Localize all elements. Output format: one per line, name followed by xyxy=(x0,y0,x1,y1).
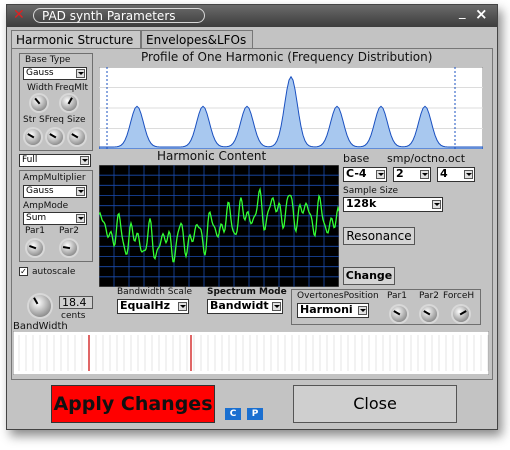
spectrum-mode-label: Spectrum Mode xyxy=(207,287,287,297)
amp-par2-label: Par2 xyxy=(59,226,79,236)
amp-mode-label: AmpMode xyxy=(23,201,69,211)
width-knob[interactable] xyxy=(31,95,47,111)
str-label: Str xyxy=(23,115,36,125)
bandwidth-scale-select[interactable]: EqualHz xyxy=(117,299,189,314)
chevron-down-icon xyxy=(76,214,85,223)
copy-button[interactable]: C xyxy=(225,408,241,420)
width-label: Width xyxy=(27,83,54,93)
overtones-position-select[interactable]: Harmoni xyxy=(297,303,369,318)
amp-multiplier-select[interactable]: Gauss xyxy=(23,185,87,198)
chevron-down-icon xyxy=(80,156,89,165)
base-type-select[interactable]: Gauss xyxy=(23,67,87,80)
base-label: base xyxy=(343,152,370,165)
apply-changes-button[interactable]: Apply Changes xyxy=(51,385,215,423)
chevron-down-icon xyxy=(178,302,187,311)
autoscale-label: autoscale xyxy=(32,267,76,277)
overtones-par1-label: Par1 xyxy=(387,291,407,301)
amp-mode-select[interactable]: Sum xyxy=(23,212,87,225)
chevron-down-icon xyxy=(272,302,281,311)
window-close-x-icon[interactable]: ✕ xyxy=(13,7,25,23)
bandwidth-knob[interactable] xyxy=(29,295,51,317)
sample-size-label: Sample Size xyxy=(343,186,399,196)
smp-oct-label: smp/oct xyxy=(387,152,432,165)
bandwidth-scale-label: Bandwidth Scale xyxy=(117,287,192,297)
window-minimize-icon[interactable]: _ xyxy=(459,5,466,20)
amp-par1-knob[interactable] xyxy=(27,240,43,256)
chevron-down-icon xyxy=(376,170,385,179)
freqmlt-label: FreqMlt xyxy=(55,83,89,93)
overtones-par2-knob[interactable] xyxy=(421,306,437,322)
bandwidth-value: 18.4 xyxy=(59,296,93,309)
overtones-par2-label: Par2 xyxy=(419,291,439,301)
base-type-label: Base Type xyxy=(25,55,71,65)
profile-graph xyxy=(99,67,483,149)
harmonic-content-scope xyxy=(99,165,339,287)
paste-button[interactable]: P xyxy=(247,408,263,420)
no-oct-select[interactable]: 4 xyxy=(437,167,475,182)
freqmlt-knob[interactable] xyxy=(61,95,77,111)
spectrum-strip xyxy=(13,331,489,375)
chevron-down-icon xyxy=(420,170,429,179)
str-knob[interactable] xyxy=(25,129,41,145)
base-type-value: Gauss xyxy=(26,68,54,78)
tab-harmonic-structure[interactable]: Harmonic Structure xyxy=(11,30,141,48)
base-select[interactable]: C-4 xyxy=(343,167,387,182)
resonance-button[interactable]: Resonance xyxy=(343,227,415,245)
overtones-forceh-knob[interactable] xyxy=(453,306,469,322)
chevron-down-icon xyxy=(76,187,85,196)
bandwidth-scale-value: EqualHz xyxy=(120,299,171,312)
close-button[interactable]: Close xyxy=(293,385,457,423)
spectrum-mode-value: Bandwidt xyxy=(210,299,269,312)
amp-multiplier-value: Gauss xyxy=(26,186,54,196)
window-title: PAD synth Parameters xyxy=(33,8,205,23)
no-oct-label: no.oct xyxy=(431,152,466,165)
chevron-down-icon xyxy=(76,69,85,78)
amp-mode-value: Sum xyxy=(26,213,47,223)
sample-size-value: 128k xyxy=(346,197,377,210)
sfreq-knob[interactable] xyxy=(47,129,63,145)
title-bar[interactable]: ✕ PAD synth Parameters _ × xyxy=(7,5,497,27)
chevron-down-icon xyxy=(358,306,367,315)
amp-multiplier-label: AmpMultiplier xyxy=(23,173,86,183)
sfreq-label: SFreq xyxy=(39,115,64,125)
overtones-position-label: OvertonesPosition xyxy=(297,291,379,301)
harmonic-content-title: Harmonic Content xyxy=(157,149,267,163)
base-select-value: C-4 xyxy=(346,167,367,180)
autoscale-checkbox[interactable]: ✓ xyxy=(19,267,28,276)
pad-synth-window: ✕ PAD synth Parameters _ × Harmonic Stru… xyxy=(6,4,498,430)
smp-oct-select[interactable]: 2 xyxy=(393,167,431,182)
window-close-icon[interactable]: × xyxy=(475,5,488,23)
no-oct-value: 4 xyxy=(440,167,448,180)
smp-oct-value: 2 xyxy=(396,167,404,180)
overtones-par1-knob[interactable] xyxy=(391,306,407,322)
chevron-down-icon xyxy=(432,200,441,209)
tab-envelopes-lfos[interactable]: Envelopes&LFOs xyxy=(141,30,253,48)
change-button[interactable]: Change xyxy=(343,267,395,285)
size-knob[interactable] xyxy=(69,129,85,145)
chevron-down-icon xyxy=(464,170,473,179)
full-select[interactable]: Full xyxy=(19,154,91,167)
full-select-value: Full xyxy=(22,155,38,165)
overtones-position-value: Harmoni xyxy=(300,303,353,316)
overtones-forceh-label: ForceH xyxy=(443,291,475,301)
profile-title: Profile of One Harmonic (Frequency Distr… xyxy=(141,50,433,64)
size-label: Size xyxy=(67,115,86,125)
bandwidth-unit: cents xyxy=(61,311,86,321)
spectrum-mode-select[interactable]: Bandwidt xyxy=(207,299,283,314)
amp-par2-knob[interactable] xyxy=(61,240,77,256)
amp-par1-label: Par1 xyxy=(25,226,45,236)
sample-size-select[interactable]: 128k xyxy=(343,197,443,212)
